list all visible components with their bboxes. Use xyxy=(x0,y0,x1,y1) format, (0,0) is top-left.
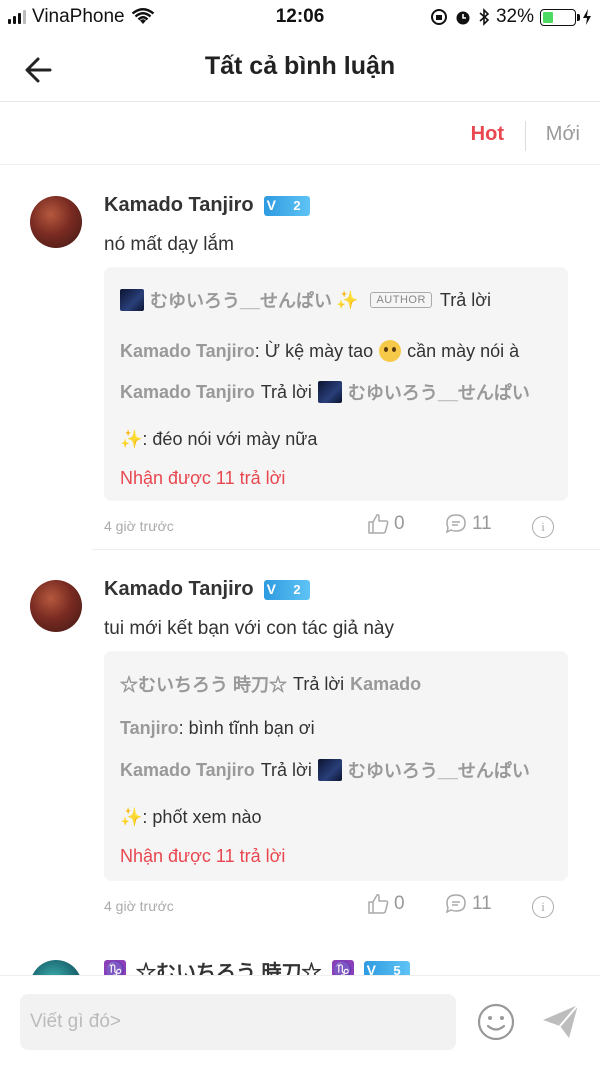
smiley-icon[interactable] xyxy=(476,1002,516,1042)
alarm-icon xyxy=(456,11,470,25)
info-icon[interactable]: i xyxy=(532,516,554,538)
reply-avatar xyxy=(120,289,144,311)
reply-text: cần mày nói à xyxy=(407,340,520,361)
like-count: 0 xyxy=(394,513,405,534)
author-tag: AUTHOR xyxy=(370,292,432,308)
reply-count-link[interactable]: Nhận được 11 trả lời xyxy=(120,846,285,867)
reply-username[interactable]: むゆいろう__せんぱい xyxy=(150,287,332,313)
sparkle-icon: ✨ xyxy=(120,807,143,827)
tab-new[interactable]: Mới xyxy=(546,123,580,146)
level-badge: V2 xyxy=(263,579,310,600)
like-button[interactable]: 0 xyxy=(366,892,405,916)
sparkle-icon: ✨ xyxy=(120,429,143,449)
sparkle-icon: ✨ xyxy=(336,289,359,310)
avatar[interactable] xyxy=(30,960,82,975)
level-number: 5 xyxy=(393,962,401,976)
avatar[interactable] xyxy=(30,196,82,248)
send-icon[interactable] xyxy=(540,1000,582,1042)
thumbs-up-icon xyxy=(368,514,389,534)
username[interactable]: Kamado Tanjiro xyxy=(104,194,254,217)
reply-target[interactable]: むゆいろう__せんぱい xyxy=(348,379,530,405)
comment-input[interactable] xyxy=(20,994,456,1050)
tab-divider xyxy=(525,121,526,151)
divider xyxy=(92,549,600,550)
like-count: 0 xyxy=(394,893,405,914)
reply-line: Kamado Tanjiro Trả lời むゆいろう__せんぱい xyxy=(120,757,530,783)
comment-item: ♑ ☆むいちろう 時刀☆ ♑ V5 xyxy=(0,940,600,975)
comment-text: nó mất dạy lắm xyxy=(104,234,234,255)
reply-text: : đéo nói với mày nữa xyxy=(142,429,318,449)
reply-text: : bình tĩnh bạn ơi xyxy=(178,718,315,738)
capricorn-icon: ♑ xyxy=(331,959,354,975)
tab-hot[interactable]: Hot xyxy=(471,123,504,146)
capricorn-icon: ♑ xyxy=(104,959,126,975)
replies-box[interactable]: むゆいろう__せんぱい ✨ AUTHOR Trả lời Kamado Tanj… xyxy=(104,267,568,501)
battery-icon xyxy=(540,8,580,26)
reply-action: Trả lời xyxy=(260,381,312,402)
reply-username[interactable]: ☆むいちろう 時刀☆ xyxy=(120,671,287,697)
comment-icon xyxy=(445,514,466,534)
comment-text: tui mới kết bạn với con tác giả này xyxy=(104,618,395,639)
reply-count-link[interactable]: Nhận được 11 trả lời xyxy=(120,468,285,489)
comment-header: Kamado Tanjiro V2 xyxy=(104,194,310,217)
reply-text: : Ừ kệ mày tao xyxy=(254,340,374,361)
level-badge: V2 xyxy=(263,195,310,216)
charging-icon xyxy=(583,9,591,25)
comment-icon xyxy=(445,894,466,914)
reply-text: : phốt xem nào xyxy=(142,807,262,827)
reply-action: Trả lời xyxy=(260,759,312,780)
comment-button[interactable]: 11 xyxy=(444,512,492,536)
reply-username[interactable]: Kamado Tanjiro xyxy=(120,382,255,403)
replies-box[interactable]: ☆むいちろう 時刀☆ Trả lời Kamado Tanjiro : bình… xyxy=(104,651,568,881)
battery-percent: 32% xyxy=(495,6,534,27)
reply-line: ✨ : đéo nói với mày nữa xyxy=(120,429,317,450)
level-number: 2 xyxy=(293,197,301,213)
comment-meta: 4 giờ trước 0 11 i xyxy=(104,512,568,542)
header: Tất cả bình luận xyxy=(0,36,600,102)
bluetooth-icon xyxy=(479,8,490,26)
page-title: Tất cả bình luận xyxy=(204,52,396,80)
reply-action: Trả lời xyxy=(439,289,492,310)
reply-target[interactable]: むゆいろう__せんぱい xyxy=(348,757,530,783)
comment-button[interactable]: 11 xyxy=(444,892,492,916)
orientation-lock-icon xyxy=(430,9,447,25)
reply-username[interactable]: Kamado Tanjiro xyxy=(120,760,255,781)
comment-count: 11 xyxy=(472,513,492,534)
reply-line: むゆいろう__せんぱい ✨ AUTHOR Trả lời xyxy=(120,287,491,313)
like-button[interactable]: 0 xyxy=(366,512,405,536)
timestamp: 4 giờ trước xyxy=(104,518,174,534)
reply-target[interactable]: Kamado xyxy=(350,674,421,695)
reply-avatar xyxy=(317,381,342,403)
thumbs-up-icon xyxy=(368,894,389,914)
info-icon[interactable]: i xyxy=(532,896,554,918)
reply-action: Trả lời xyxy=(293,673,345,694)
reply-line: Kamado Tanjiro : Ừ kệ mày tao cần mày nó… xyxy=(120,340,519,362)
comment-header: ♑ ☆むいちろう 時刀☆ ♑ V5 xyxy=(104,956,410,975)
username[interactable]: Kamado Tanjiro xyxy=(104,578,254,601)
comment-meta: 4 giờ trước 0 11 i xyxy=(104,892,568,922)
avatar[interactable] xyxy=(30,580,82,632)
flushed-emoji-icon xyxy=(379,340,402,362)
reply-username[interactable]: Kamado Tanjiro xyxy=(120,341,255,362)
level-number: 2 xyxy=(293,581,301,597)
status-bar: VinaPhone 12:06 32% xyxy=(0,0,600,36)
comment-composer xyxy=(0,975,600,1067)
reply-line: Tanjiro : bình tĩnh bạn ơi xyxy=(120,718,315,739)
reply-username[interactable]: Tanjiro xyxy=(120,718,179,739)
reply-line: ✨ : phốt xem nào xyxy=(120,807,262,828)
username[interactable]: ☆むいちろう 時刀☆ xyxy=(136,956,322,975)
status-right: 32% xyxy=(430,6,592,28)
reply-line: Kamado Tanjiro Trả lời むゆいろう__せんぱい xyxy=(120,379,530,405)
comment-count: 11 xyxy=(472,893,492,914)
reply-line: ☆むいちろう 時刀☆ Trả lời Kamado xyxy=(120,671,421,697)
comment-header: Kamado Tanjiro V2 xyxy=(104,578,310,601)
reply-avatar xyxy=(317,759,342,781)
level-badge: V5 xyxy=(363,960,410,976)
timestamp: 4 giờ trước xyxy=(104,898,174,914)
sort-bar: Hot Mới xyxy=(0,103,600,165)
